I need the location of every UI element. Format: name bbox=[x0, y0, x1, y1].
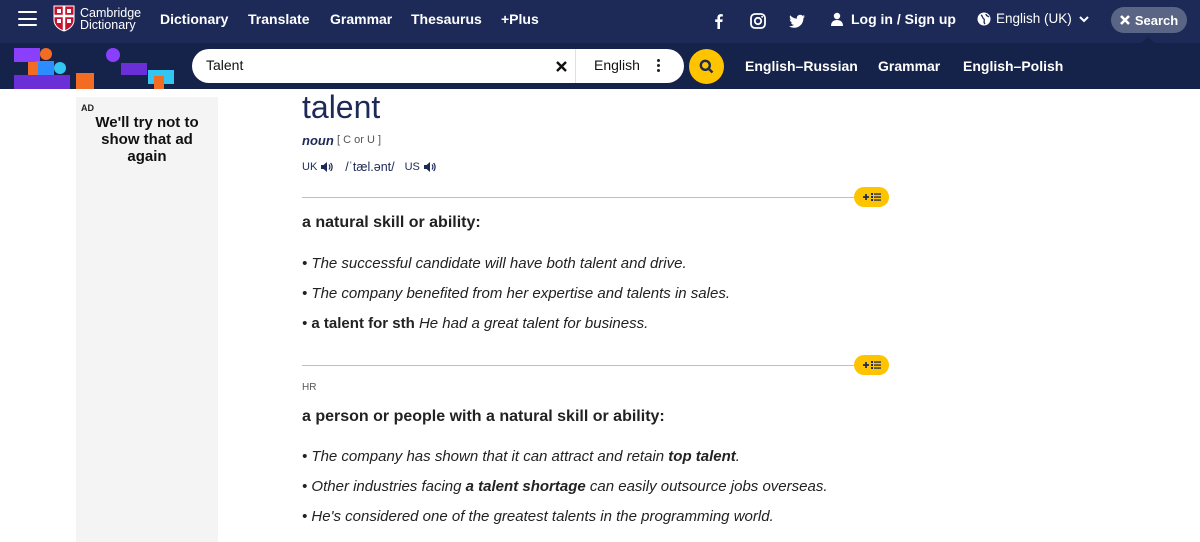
clear-search-icon[interactable] bbox=[556, 61, 567, 72]
example-text: The company has shown that it can attrac… bbox=[311, 448, 669, 465]
decorative-blocks bbox=[0, 43, 190, 89]
sense-separator bbox=[302, 197, 857, 198]
uk-label: UK bbox=[302, 161, 318, 173]
logo-line-1: Cambridge bbox=[80, 5, 142, 20]
definition-2: a person or people with a natural skill … bbox=[302, 408, 665, 425]
language-selector[interactable]: English (UK) bbox=[977, 11, 1089, 26]
close-icon bbox=[1119, 15, 1130, 25]
grammar-code: [ C or U ] bbox=[337, 134, 382, 146]
nav-dictionary[interactable]: Dictionary bbox=[160, 11, 228, 27]
link-english-polish[interactable]: English–Polish bbox=[963, 58, 1063, 74]
example-phrase: a talent for sth bbox=[311, 315, 415, 332]
decor-block bbox=[154, 76, 164, 89]
search-bar-row: English English–Russian Grammar English–… bbox=[0, 43, 1200, 89]
example-text: He's considered one of the greatest tale… bbox=[311, 508, 774, 525]
add-to-list-icon bbox=[862, 361, 881, 369]
search-icon bbox=[699, 59, 714, 74]
more-vertical-icon[interactable] bbox=[657, 59, 661, 73]
decor-block bbox=[121, 63, 147, 75]
search-box: English bbox=[192, 49, 684, 83]
decor-dot bbox=[106, 48, 120, 62]
ad-label: AD bbox=[81, 103, 94, 113]
example-text: He had a great talent for business. bbox=[418, 315, 649, 332]
sense-separator bbox=[302, 365, 857, 366]
user-icon bbox=[831, 12, 843, 26]
link-grammar[interactable]: Grammar bbox=[878, 58, 940, 74]
decor-block bbox=[76, 73, 94, 89]
login-signup-link[interactable]: Log in / Sign up bbox=[830, 11, 956, 27]
example-1-2: • The company benefited from her experti… bbox=[302, 285, 730, 302]
dictionary-select[interactable]: English bbox=[594, 57, 640, 73]
search-toggle-button[interactable]: Search bbox=[1111, 7, 1187, 33]
example-1-3: • a talent for sth He had a great talent… bbox=[302, 315, 649, 332]
top-navigation-bar: Cambridge Dictionary Dictionary Translat… bbox=[0, 0, 1200, 43]
example-text: The successful candidate will have both … bbox=[311, 255, 687, 272]
search-divider bbox=[575, 49, 576, 83]
globe-icon bbox=[977, 12, 991, 25]
part-of-speech: noun bbox=[302, 133, 334, 148]
example-text: The company benefited from her expertise… bbox=[311, 285, 730, 302]
ipa-transcription: /ˈtæl.ənt/ bbox=[345, 160, 395, 174]
ad-feedback-message: We'll try not to show that ad again bbox=[95, 114, 199, 165]
nav-grammar[interactable]: Grammar bbox=[330, 11, 392, 27]
search-submit-button[interactable] bbox=[689, 49, 724, 84]
logo-line-2: Dictionary bbox=[80, 17, 136, 32]
example-1-1: • The successful candidate will have bot… bbox=[302, 255, 687, 272]
add-to-list-icon bbox=[862, 193, 881, 201]
decor-dot bbox=[40, 48, 52, 60]
pronunciation-row: UK /ˈtæl.ənt/ US bbox=[302, 160, 448, 174]
us-speaker-icon[interactable] bbox=[423, 161, 436, 173]
decor-block bbox=[14, 75, 70, 89]
example-bold: top talent bbox=[668, 448, 736, 465]
link-english-russian[interactable]: English–Russian bbox=[745, 58, 858, 74]
cambridge-shield-icon bbox=[53, 5, 75, 32]
instagram-icon[interactable] bbox=[749, 12, 767, 30]
nav-thesaurus[interactable]: Thesaurus bbox=[411, 11, 482, 27]
domain-label: HR bbox=[302, 382, 317, 393]
logo-text: Cambridge Dictionary bbox=[80, 5, 142, 32]
uk-speaker-icon[interactable] bbox=[320, 161, 333, 173]
decor-block bbox=[36, 61, 54, 75]
example-text: Other industries facing bbox=[311, 478, 466, 495]
cambridge-dictionary-logo[interactable]: Cambridge Dictionary bbox=[53, 5, 141, 32]
add-to-list-button[interactable] bbox=[854, 187, 889, 207]
example-2-2: • Other industries facing a talent short… bbox=[302, 478, 828, 495]
example-2-1: • The company has shown that it can attr… bbox=[302, 448, 740, 465]
example-2-3: • He's considered one of the greatest ta… bbox=[302, 508, 774, 525]
nav-translate[interactable]: Translate bbox=[248, 11, 309, 27]
search-input[interactable] bbox=[206, 57, 526, 73]
example-text: can easily outsource jobs overseas. bbox=[585, 478, 828, 495]
language-label: English (UK) bbox=[996, 11, 1072, 26]
search-toggle-label: Search bbox=[1134, 12, 1179, 28]
decor-dot bbox=[54, 62, 66, 74]
login-label: Log in / Sign up bbox=[851, 11, 956, 27]
us-label: US bbox=[404, 161, 420, 173]
facebook-icon[interactable] bbox=[710, 12, 728, 30]
add-to-list-button[interactable] bbox=[854, 355, 889, 375]
headword: talent bbox=[302, 89, 381, 125]
chevron-down-icon bbox=[1079, 15, 1089, 22]
example-bold: a talent shortage bbox=[465, 478, 586, 495]
example-text: . bbox=[735, 448, 740, 465]
nav-plus[interactable]: +Plus bbox=[501, 11, 539, 27]
hamburger-icon[interactable] bbox=[18, 11, 37, 26]
decor-block bbox=[14, 48, 40, 62]
twitter-icon[interactable] bbox=[788, 12, 806, 30]
decor-block bbox=[28, 62, 38, 76]
definition-1: a natural skill or ability: bbox=[302, 214, 481, 231]
